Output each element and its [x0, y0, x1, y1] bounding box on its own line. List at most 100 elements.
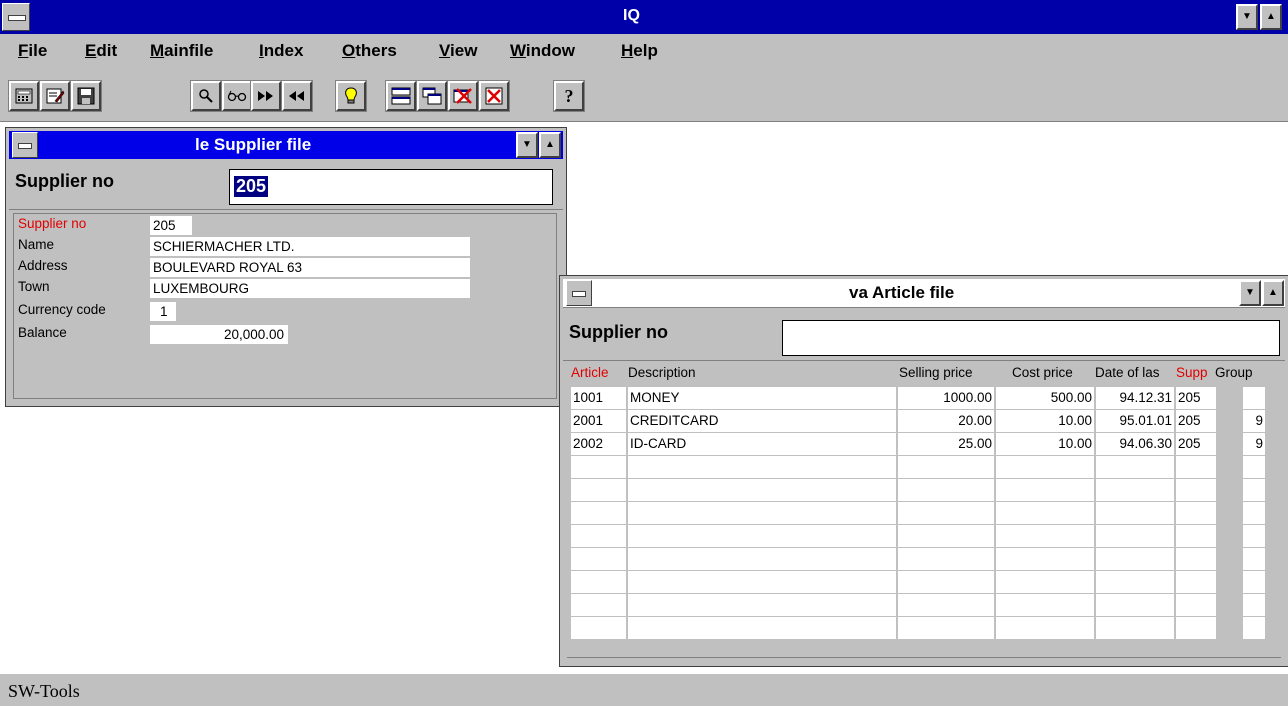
cell-description[interactable] [628, 594, 896, 616]
table-row[interactable]: 1001 MONEY 1000.00 500.00 94.12.31 205 [571, 387, 1273, 409]
cell-article[interactable] [571, 456, 626, 478]
next-icon[interactable] [251, 81, 281, 111]
cell-selling-price[interactable] [898, 548, 994, 570]
article-window-minimize-button[interactable]: ▼ [1239, 280, 1261, 306]
system-menu-icon[interactable] [2, 3, 30, 31]
cell-supp[interactable] [1176, 502, 1216, 524]
cell-date-of-last[interactable]: 94.12.31 [1096, 387, 1174, 409]
cell-description[interactable] [628, 525, 896, 547]
calculator-icon[interactable] [9, 81, 39, 111]
field-name[interactable]: SCHIERMACHER LTD. [150, 237, 470, 256]
save-icon[interactable] [71, 81, 101, 111]
cell-date-of-last[interactable]: 94.06.30 [1096, 433, 1174, 455]
cell-supp[interactable] [1176, 548, 1216, 570]
cell-supp[interactable] [1176, 617, 1216, 639]
cell-cost-price[interactable] [996, 456, 1094, 478]
column-header-selling-price[interactable]: Selling price [899, 365, 973, 380]
table-row[interactable] [571, 617, 1273, 639]
menu-help[interactable]: Help [621, 41, 658, 61]
cell-cost-price[interactable] [996, 617, 1094, 639]
cell-date-of-last[interactable] [1096, 456, 1174, 478]
search-icon[interactable] [191, 81, 221, 111]
cell-selling-price[interactable]: 1000.00 [898, 387, 994, 409]
cell-description[interactable] [628, 456, 896, 478]
cell-date-of-last[interactable] [1096, 594, 1174, 616]
cell-group[interactable] [1243, 387, 1265, 409]
menu-edit[interactable]: Edit [85, 41, 117, 61]
menu-window[interactable]: Window [510, 41, 575, 61]
field-address[interactable]: BOULEVARD ROYAL 63 [150, 258, 470, 277]
menu-others[interactable]: Others [342, 41, 397, 61]
cell-group[interactable] [1243, 479, 1265, 501]
cell-description[interactable] [628, 479, 896, 501]
help-icon[interactable]: ? [554, 81, 584, 111]
table-row[interactable]: 2002 ID-CARD 25.00 10.00 94.06.30 205 9 [571, 433, 1273, 455]
cell-supp[interactable] [1176, 456, 1216, 478]
cell-selling-price[interactable] [898, 525, 994, 547]
cell-group[interactable] [1243, 456, 1265, 478]
minimize-button[interactable]: ▼ [1236, 4, 1258, 30]
cell-description[interactable] [628, 571, 896, 593]
maximize-button[interactable]: ▲ [1260, 4, 1282, 30]
cell-group[interactable] [1243, 594, 1265, 616]
cell-cost-price[interactable] [996, 571, 1094, 593]
cell-article[interactable]: 1001 [571, 387, 626, 409]
print-preview-icon[interactable] [40, 81, 70, 111]
cell-group[interactable] [1243, 617, 1265, 639]
column-header-description[interactable]: Description [628, 365, 696, 380]
cell-group[interactable] [1243, 502, 1265, 524]
field-currency-code[interactable]: 1 [150, 302, 176, 321]
cell-selling-price[interactable]: 25.00 [898, 433, 994, 455]
cell-group[interactable] [1243, 525, 1265, 547]
article-window-system-menu-icon[interactable] [566, 280, 592, 306]
supplier-window-maximize-button[interactable]: ▲ [539, 132, 561, 158]
cell-cost-price[interactable] [996, 479, 1094, 501]
cell-selling-price[interactable] [898, 456, 994, 478]
cell-cost-price[interactable] [996, 548, 1094, 570]
field-supplier-no[interactable]: 205 [150, 216, 192, 235]
cell-cost-price[interactable] [996, 594, 1094, 616]
cell-article[interactable] [571, 617, 626, 639]
cell-description[interactable] [628, 548, 896, 570]
column-header-cost-price[interactable]: Cost price [1012, 365, 1073, 380]
cell-selling-price[interactable] [898, 479, 994, 501]
cell-selling-price[interactable] [898, 617, 994, 639]
cell-date-of-last[interactable] [1096, 571, 1174, 593]
cell-article[interactable] [571, 502, 626, 524]
table-row[interactable] [571, 594, 1273, 616]
menu-view[interactable]: View [439, 41, 477, 61]
field-balance[interactable]: 20,000.00 [150, 325, 288, 344]
article-window-title-bar[interactable]: va Article file ▼ ▲ [563, 279, 1285, 308]
cell-description[interactable]: MONEY [628, 387, 896, 409]
cell-group[interactable] [1243, 571, 1265, 593]
cell-group[interactable]: 9 [1243, 433, 1265, 455]
article-window-maximize-button[interactable]: ▲ [1262, 280, 1284, 306]
cell-selling-price[interactable] [898, 594, 994, 616]
cell-date-of-last[interactable] [1096, 479, 1174, 501]
cell-date-of-last[interactable] [1096, 617, 1174, 639]
menu-mainfile[interactable]: Mainfile [150, 41, 213, 61]
article-key-input[interactable] [782, 320, 1280, 356]
supplier-window-minimize-button[interactable]: ▼ [516, 132, 538, 158]
cell-description[interactable]: ID-CARD [628, 433, 896, 455]
table-row[interactable] [571, 502, 1273, 524]
menu-file[interactable]: File [18, 41, 47, 61]
cell-cost-price[interactable] [996, 525, 1094, 547]
cell-cost-price[interactable] [996, 502, 1094, 524]
cell-description[interactable] [628, 617, 896, 639]
cell-date-of-last[interactable]: 95.01.01 [1096, 410, 1174, 432]
cell-article[interactable] [571, 525, 626, 547]
cell-supp[interactable] [1176, 594, 1216, 616]
cell-cost-price[interactable]: 10.00 [996, 433, 1094, 455]
cell-selling-price[interactable]: 20.00 [898, 410, 994, 432]
cell-supp[interactable] [1176, 571, 1216, 593]
cell-date-of-last[interactable] [1096, 525, 1174, 547]
cell-cost-price[interactable]: 10.00 [996, 410, 1094, 432]
previous-icon[interactable] [282, 81, 312, 111]
lightbulb-icon[interactable] [336, 81, 366, 111]
supplier-window-title-bar[interactable]: le Supplier file ▼ ▲ [9, 131, 563, 159]
table-row[interactable] [571, 571, 1273, 593]
glasses-icon[interactable] [222, 81, 252, 111]
cell-article[interactable]: 2002 [571, 433, 626, 455]
column-header-article[interactable]: Article [571, 365, 609, 380]
